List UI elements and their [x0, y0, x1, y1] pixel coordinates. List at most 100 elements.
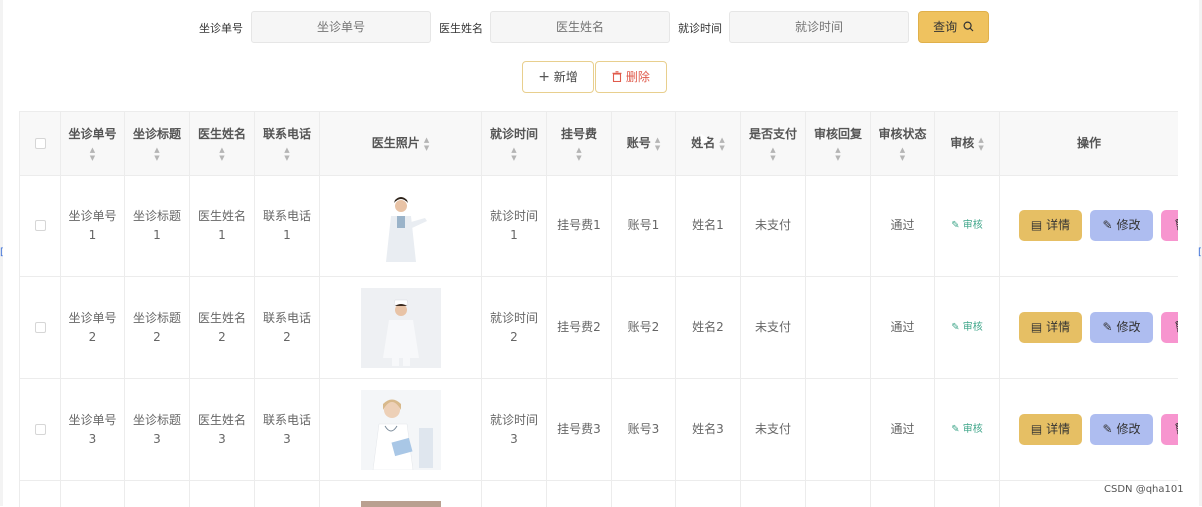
sort-icon[interactable]: ▲ ▼: [90, 146, 95, 162]
document-icon: ▤: [1030, 320, 1043, 334]
delete-button[interactable]: 删除: [595, 61, 667, 93]
row-select[interactable]: [20, 175, 61, 276]
select-all-checkbox[interactable]: [34, 138, 46, 149]
row-checkbox[interactable]: [34, 220, 46, 231]
pencil-icon: ✎: [951, 322, 960, 333]
add-label: 新增: [553, 70, 578, 84]
cell-account: [612, 481, 676, 507]
trash-icon: [612, 63, 622, 93]
cell-photo: [320, 175, 482, 276]
table-row: 坐诊单号 3 坐诊标题 3 医生姓名 3 联系电话 3 就诊时间 3 挂号费3 账号3 姓…: [20, 379, 1178, 481]
cell-paid: 未支付: [741, 379, 806, 480]
row-delete-button[interactable]: 🗑: [1161, 312, 1178, 343]
audit-link[interactable]: ✎ 审核: [935, 277, 1000, 378]
row-delete-button[interactable]: 🗑: [1161, 210, 1178, 241]
row-select[interactable]: [20, 481, 61, 507]
cell-title: 坐诊标题 1: [125, 175, 190, 276]
detail-button[interactable]: ▤ 详情: [1019, 210, 1082, 241]
header-photo[interactable]: 医生照片 ▲ ▼: [320, 112, 482, 175]
row-delete-button[interactable]: 🗑: [1161, 414, 1178, 445]
row-checkbox[interactable]: [34, 322, 46, 333]
sort-icon[interactable]: ▲ ▼: [576, 146, 581, 162]
doctor-photo[interactable]: [360, 287, 441, 368]
cell-title: [125, 481, 190, 507]
cell-audit: [935, 481, 1000, 507]
sort-icon[interactable]: ▲ ▼: [219, 146, 224, 162]
watermark: CSDN @qha101: [1104, 484, 1184, 495]
cell-phone: 联系电话 2: [255, 277, 320, 378]
cell-ops: ▤ 详情 ✎ 修改 🗑: [1000, 379, 1178, 480]
header-no[interactable]: 坐诊单号 ▲ ▼: [61, 112, 125, 175]
cell-time: 就诊时间 1: [482, 175, 547, 276]
cell-doctor: 医生姓名 2: [190, 277, 255, 378]
row-checkbox[interactable]: [34, 424, 46, 435]
sort-icon[interactable]: ▲ ▼: [284, 146, 289, 162]
audit-link[interactable]: ✎ 审核: [935, 175, 1000, 276]
search-bar: 坐诊单号 医生姓名 就诊时间 查询: [0, 11, 1202, 43]
header-account[interactable]: 账号 ▲ ▼: [612, 112, 676, 175]
sort-icon[interactable]: ▲ ▼: [770, 146, 775, 162]
table-row: [20, 481, 1178, 507]
search-input-doctor[interactable]: [490, 11, 670, 43]
header-ops: 操作: [1076, 136, 1101, 150]
cell-reply: [806, 175, 871, 276]
cell-fee: 挂号费2: [547, 277, 612, 378]
header-reply[interactable]: 审核回复 ▲ ▼: [806, 112, 871, 175]
sort-icon[interactable]: ▲ ▼: [900, 146, 905, 162]
cell-phone: 联系电话 1: [255, 175, 320, 276]
add-button[interactable]: + 新增: [522, 61, 594, 93]
row-select[interactable]: [20, 277, 61, 378]
cell-fee: 挂号费3: [547, 379, 612, 480]
pencil-icon: ✎: [951, 220, 960, 231]
cell-time: [482, 481, 547, 507]
search-label-time: 就诊时间: [678, 22, 722, 35]
sort-icon[interactable]: ▲ ▼: [655, 136, 660, 152]
header-doctor[interactable]: 医生姓名 ▲ ▼: [190, 112, 255, 175]
sort-icon[interactable]: ▲ ▼: [154, 146, 159, 162]
cell-ops: ▤ 详情 ✎ 修改 🗑: [1000, 175, 1178, 276]
cell-ops: ▤ 详情 ✎ 修改 🗑: [1000, 277, 1178, 378]
detail-button[interactable]: ▤ 详情: [1019, 414, 1082, 445]
header-audit[interactable]: 审核 ▲ ▼: [935, 112, 1000, 175]
cell-reply: [806, 481, 871, 507]
cell-status: 通过: [871, 277, 935, 378]
edit-button[interactable]: ✎ 修改: [1090, 414, 1153, 445]
edit-button[interactable]: ✎ 修改: [1090, 312, 1153, 343]
cell-status: 通过: [871, 175, 935, 276]
header-phone[interactable]: 联系电话 ▲ ▼: [255, 112, 320, 175]
delete-label: 删除: [625, 70, 650, 84]
trash-icon: 🗑: [1173, 218, 1178, 232]
sort-icon[interactable]: ▲ ▼: [511, 146, 516, 162]
query-button[interactable]: 查询: [918, 11, 989, 43]
header-fee[interactable]: 挂号费 ▲ ▼: [547, 112, 612, 175]
audit-link[interactable]: ✎ 审核: [935, 379, 1000, 480]
cell-doctor: [190, 481, 255, 507]
header-paid[interactable]: 是否支付 ▲ ▼: [741, 112, 806, 175]
search-input-time[interactable]: [729, 11, 909, 43]
sort-icon[interactable]: ▲ ▼: [424, 136, 429, 152]
edit-button[interactable]: ✎ 修改: [1090, 210, 1153, 241]
sort-icon[interactable]: ▲ ▼: [835, 146, 840, 162]
doctor-photo[interactable]: [360, 501, 441, 507]
sort-icon[interactable]: ▲ ▼: [719, 136, 724, 152]
cell-no: 坐诊单号 1: [61, 175, 125, 276]
search-input-no[interactable]: [251, 11, 431, 43]
cell-account: 账号1: [612, 175, 676, 276]
header-time[interactable]: 就诊时间 ▲ ▼: [482, 112, 547, 175]
cell-name: 姓名2: [676, 277, 741, 378]
detail-button[interactable]: ▤ 详情: [1019, 312, 1082, 343]
header-select-all[interactable]: [20, 112, 61, 175]
header-status[interactable]: 审核状态 ▲ ▼: [871, 112, 935, 175]
doctor-photo[interactable]: [360, 389, 441, 470]
cell-no: 坐诊单号 3: [61, 379, 125, 480]
cell-no: [61, 481, 125, 507]
table-row: 坐诊单号 1 坐诊标题 1 医生姓名 1 联系电话 1 就诊时间 1 挂号费1 账号1 姓…: [20, 175, 1178, 277]
cell-paid: [741, 481, 806, 507]
row-select[interactable]: [20, 379, 61, 480]
sort-icon[interactable]: ▲ ▼: [978, 136, 983, 152]
header-title[interactable]: 坐诊标题 ▲ ▼: [125, 112, 190, 175]
doctor-photo[interactable]: [360, 185, 441, 266]
header-name[interactable]: 姓名 ▲ ▼: [676, 112, 741, 175]
cell-fee: 挂号费1: [547, 175, 612, 276]
cell-time: 就诊时间 2: [482, 277, 547, 378]
